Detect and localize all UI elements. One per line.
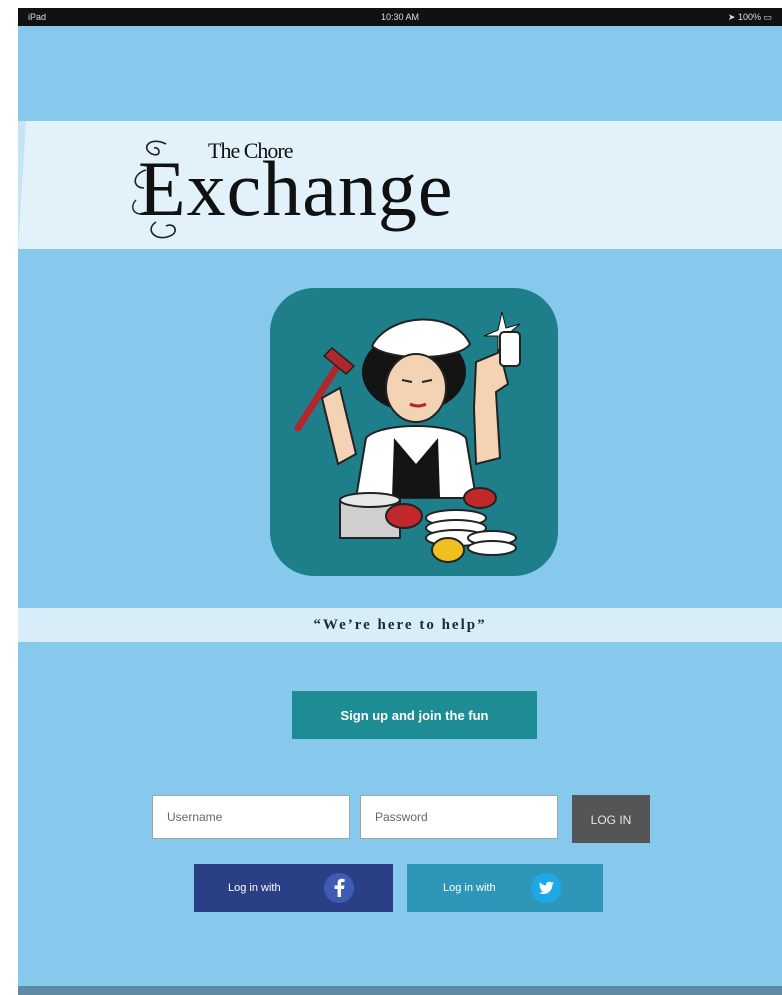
twitter-login-button[interactable]: Log in with — [407, 864, 603, 912]
app-screen: iPad 10:30 AM ➤ 100% ▭ The Chore Exchang… — [18, 8, 782, 995]
logo-exchange: Exchange — [138, 145, 454, 232]
status-time: 10:30 AM — [380, 12, 420, 22]
facebook-login-button[interactable]: Log in with — [194, 864, 393, 912]
username-input[interactable] — [152, 795, 350, 839]
housekeeper-image — [294, 311, 521, 563]
status-bar: iPad 10:30 AM ➤ 100% ▭ — [18, 8, 782, 26]
bottom-edge — [18, 986, 782, 995]
password-input[interactable] — [360, 795, 558, 839]
battery-status: ➤ 100% ▭ — [728, 8, 772, 26]
twitter-login-label: Log in with — [443, 882, 496, 894]
banner-fold — [18, 121, 26, 249]
location-icon: ➤ — [727, 12, 736, 22]
tagline: “We’re here to help” — [313, 617, 487, 633]
battery-percent: 100% — [737, 12, 761, 22]
facebook-icon — [324, 873, 354, 903]
login-button[interactable]: LOG IN — [572, 795, 650, 843]
hero-illustration — [270, 288, 558, 576]
signup-button[interactable]: Sign up and join the fun — [292, 691, 537, 739]
twitter-icon — [531, 873, 561, 903]
facebook-login-label: Log in with — [228, 882, 281, 894]
battery-icon: ▭ — [763, 12, 772, 22]
